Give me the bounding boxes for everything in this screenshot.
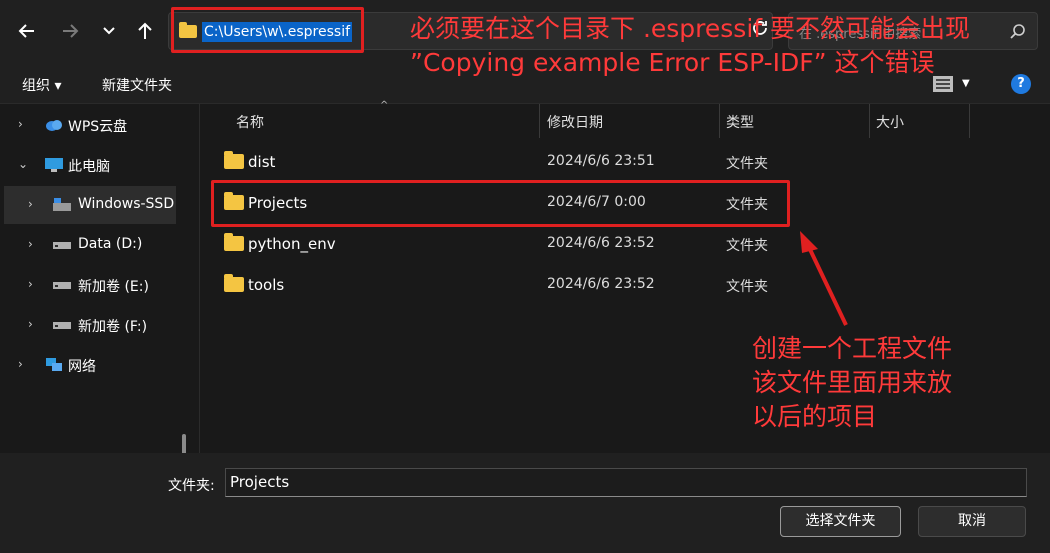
organize-menu[interactable]: 组织 ▾ (22, 75, 61, 95)
chevron-down-icon[interactable]: ⌄ (18, 157, 32, 171)
sidebar-item-label: 新加卷 (F:) (78, 319, 148, 335)
sidebar-item-label: WPS云盘 (68, 119, 128, 135)
annotation-note-right: 创建一个工程文件 (752, 334, 953, 363)
folder-icon (224, 233, 244, 251)
column-headers: ^ 名称 修改日期 类型 大小 (200, 100, 1050, 138)
file-date: 2024/6/6 23:52 (547, 235, 655, 251)
sidebar-item-label: Data (D:) (78, 236, 143, 252)
file-row-tools[interactable]: tools 2024/6/6 23:52 文件夹 (212, 267, 792, 303)
drive-icon (53, 322, 71, 329)
drive-icon (53, 282, 71, 289)
column-divider[interactable] (869, 104, 870, 138)
annotation-note-right: 以后的项目 (752, 402, 878, 431)
pane-divider[interactable] (199, 104, 200, 453)
annotation-arrow (800, 231, 848, 326)
arrow-left-icon (18, 24, 34, 38)
back-button[interactable] (10, 14, 44, 48)
select-folder-button[interactable]: 选择文件夹 (780, 506, 901, 537)
recent-locations-button[interactable] (92, 14, 126, 48)
chevron-down-icon (103, 27, 115, 35)
sidebar-item-this-pc[interactable]: ⌄ 此电脑 (4, 146, 176, 184)
drive-icon (53, 242, 71, 249)
annotation-note-right: 该文件里面用来放 (752, 368, 953, 397)
sidebar-item-volume-e[interactable]: › 新加卷 (E:) (4, 266, 176, 304)
chevron-right-icon[interactable]: › (28, 197, 42, 211)
drive-icon (53, 198, 71, 211)
column-divider[interactable] (969, 104, 970, 138)
chevron-right-icon[interactable]: › (18, 117, 32, 131)
chevron-right-icon[interactable]: › (18, 357, 32, 371)
sidebar-item-label: Windows-SSD (78, 196, 175, 212)
folder-icon (224, 274, 244, 292)
column-divider[interactable] (539, 104, 540, 138)
sidebar-item-wps-cloud[interactable]: › WPS云盘 (4, 106, 176, 144)
sidebar-item-volume-f[interactable]: › 新加卷 (F:) (4, 306, 176, 344)
forward-button[interactable] (53, 14, 87, 48)
file-row-dist[interactable]: dist 2024/6/6 23:51 文件夹 (212, 144, 792, 180)
file-type: 文件夹 (726, 156, 768, 172)
folder-label: 文件夹: (168, 478, 215, 494)
navigation-pane: › WPS云盘 ⌄ 此电脑 › Windows-SSD › Data (D:) … (0, 104, 200, 453)
annotation-note-top: 必须要在这个目录下 .espressif 要不然可能会出现 (410, 14, 971, 43)
sidebar-item-label: 新加卷 (E:) (78, 279, 149, 295)
network-icon (46, 358, 62, 371)
chevron-down-icon[interactable]: ▼ (962, 78, 970, 89)
column-header-date[interactable]: 修改日期 (547, 112, 603, 132)
chevron-right-icon[interactable]: › (28, 237, 42, 251)
folder-icon (224, 151, 244, 169)
sidebar-item-label: 网络 (68, 359, 96, 375)
annotation-box-projects (211, 180, 790, 227)
chevron-right-icon[interactable]: › (28, 317, 42, 331)
column-header-name[interactable]: 名称 (236, 112, 264, 132)
sidebar-scrollbar[interactable] (182, 434, 186, 453)
sidebar-item-network[interactable]: › 网络 (4, 346, 176, 384)
dialog-footer: 文件夹: Projects 选择文件夹 取消 (0, 453, 1050, 553)
arrow-right-icon (63, 24, 79, 38)
search-icon (1010, 24, 1025, 39)
sidebar-item-windows-ssd[interactable]: › Windows-SSD (4, 186, 176, 224)
file-name: dist (248, 153, 276, 171)
up-button[interactable] (128, 14, 162, 48)
file-name: python_env (248, 235, 336, 253)
column-divider[interactable] (719, 104, 720, 138)
file-date: 2024/6/6 23:51 (547, 153, 655, 169)
annotation-note-top: ”Copying example Error ESP-IDF” 这个错误 (410, 48, 935, 77)
file-date: 2024/6/6 23:52 (547, 276, 655, 292)
sidebar-item-label: 此电脑 (68, 159, 110, 175)
file-name: tools (248, 276, 285, 294)
arrow-up-icon (138, 22, 152, 39)
new-folder-button[interactable]: 新建文件夹 (102, 75, 172, 95)
cancel-button[interactable]: 取消 (918, 506, 1026, 537)
annotation-box-address (171, 7, 364, 53)
help-icon[interactable]: ? (1011, 74, 1031, 94)
sort-ascending-icon: ^ (380, 100, 389, 111)
view-options-icon[interactable] (932, 75, 954, 93)
column-header-size[interactable]: 大小 (876, 112, 904, 132)
sidebar-item-data-d[interactable]: › Data (D:) (4, 226, 176, 264)
file-type: 文件夹 (726, 238, 768, 254)
column-header-type[interactable]: 类型 (726, 112, 754, 132)
folder-name-input[interactable]: Projects (225, 468, 1027, 497)
file-row-python-env[interactable]: python_env 2024/6/6 23:52 文件夹 (212, 226, 792, 262)
file-type: 文件夹 (726, 279, 768, 295)
chevron-right-icon[interactable]: › (28, 277, 42, 291)
computer-icon (45, 158, 63, 172)
cloud-icon (46, 120, 62, 131)
